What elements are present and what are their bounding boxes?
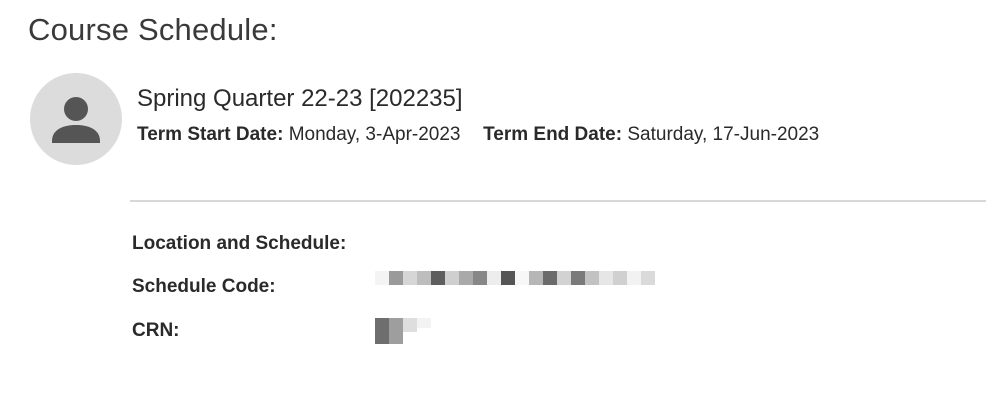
crn-label: CRN:: [132, 320, 180, 341]
term-start-value: Monday, 3-Apr-2023: [288, 124, 461, 145]
person-icon: [52, 97, 100, 143]
term-dates: Term Start Date: Monday, 3-Apr-2023 Term…: [137, 124, 819, 146]
page-title: Course Schedule:: [28, 12, 278, 47]
term-end-label: Term End Date:: [483, 124, 623, 145]
divider: [130, 200, 986, 202]
schedule-code-value-redacted: [375, 271, 655, 285]
term-end-value: Saturday, 17-Jun-2023: [627, 124, 820, 145]
avatar: [30, 73, 122, 165]
term-start-label: Term Start Date:: [137, 124, 284, 145]
schedule-code-label: Schedule Code:: [132, 276, 276, 297]
crn-value-redacted: [375, 318, 431, 344]
location-schedule-label: Location and Schedule:: [132, 233, 347, 254]
term-name: Spring Quarter 22-23 [202235]: [137, 85, 463, 112]
